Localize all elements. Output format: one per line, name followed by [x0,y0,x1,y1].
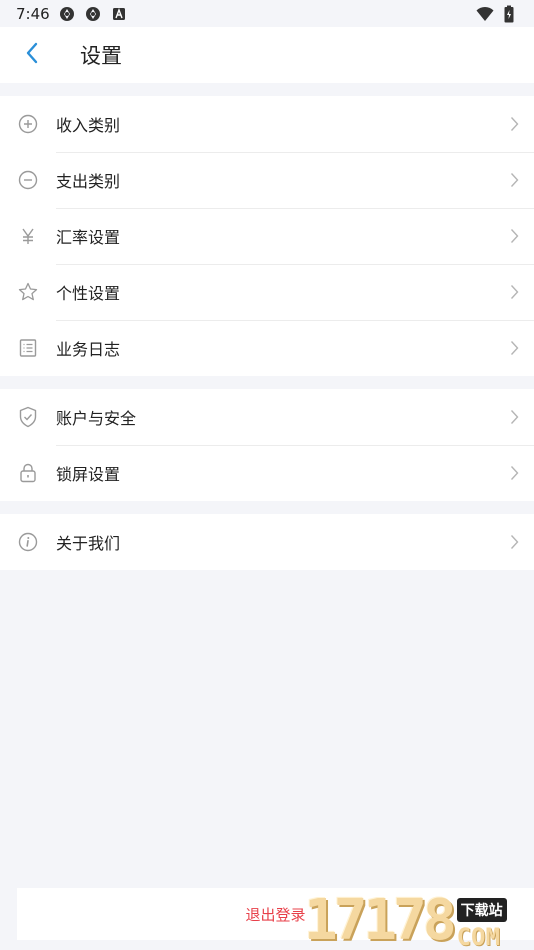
info-circle-icon [0,514,56,570]
status-bar: 7:46 [0,0,534,27]
settings-item-account-security[interactable]: 账户与安全 [0,389,534,445]
status-time: 7:46 [16,4,50,23]
settings-group-general: 收入类别 支出类别 汇率设置 个性设置 业务日志 [0,96,534,376]
status-right [476,5,518,23]
settings-group-security: 账户与安全 锁屏设置 [0,389,534,501]
aperture-icon [58,5,76,23]
settings-item-income-categories[interactable]: 收入类别 [0,96,534,152]
watermark-tag: 下载站 [456,898,507,922]
chevron-left-icon [25,42,39,68]
list-icon [0,320,56,376]
settings-item-label: 支出类别 [56,172,121,191]
settings-item-label: 个性设置 [56,284,121,303]
settings-item-label: 锁屏设置 [56,465,121,484]
settings-item-business-log[interactable]: 业务日志 [0,320,534,376]
chevron-right-icon [494,172,534,188]
logout-button[interactable]: 退出登录 [245,904,305,925]
battery-icon [500,5,518,23]
chevron-right-icon [494,409,534,425]
chevron-right-icon [494,534,534,550]
chevron-right-icon [494,340,534,356]
settings-item-about-us[interactable]: 关于我们 [0,514,534,570]
status-left: 7:46 [16,5,128,23]
settings-item-lock-screen[interactable]: 锁屏设置 [0,445,534,501]
watermark-logo: 17178 下载站 COM [304,888,530,950]
yen-icon [0,208,56,264]
chevron-right-icon [494,228,534,244]
chevron-right-icon [494,465,534,481]
minus-circle-icon [0,152,56,208]
settings-item-expense-categories[interactable]: 支出类别 [0,152,534,208]
plus-circle-icon [0,96,56,152]
aperture-icon [84,5,102,23]
watermark-number: 17178 [304,888,457,950]
a-badge-icon [110,5,128,23]
settings-item-personalization[interactable]: 个性设置 [0,264,534,320]
page-title: 设置 [80,44,122,68]
shield-check-icon [0,389,56,445]
settings-item-label: 账户与安全 [56,409,137,428]
star-icon [0,264,56,320]
settings-item-label: 关于我们 [56,534,121,553]
chevron-right-icon [494,284,534,300]
app-bar: 设置 [0,27,534,83]
settings-item-label: 业务日志 [56,340,121,359]
settings-item-exchange-rate[interactable]: 汇率设置 [0,208,534,264]
watermark-suffix: COM [456,923,500,950]
back-button[interactable] [0,27,64,83]
settings-group-about: 关于我们 [0,514,534,570]
settings-item-label: 汇率设置 [56,228,121,247]
watermark-right: 下载站 COM [456,898,507,950]
chevron-right-icon [494,116,534,132]
wifi-icon [476,5,494,23]
settings-item-label: 收入类别 [56,116,121,135]
lock-icon [0,445,56,501]
